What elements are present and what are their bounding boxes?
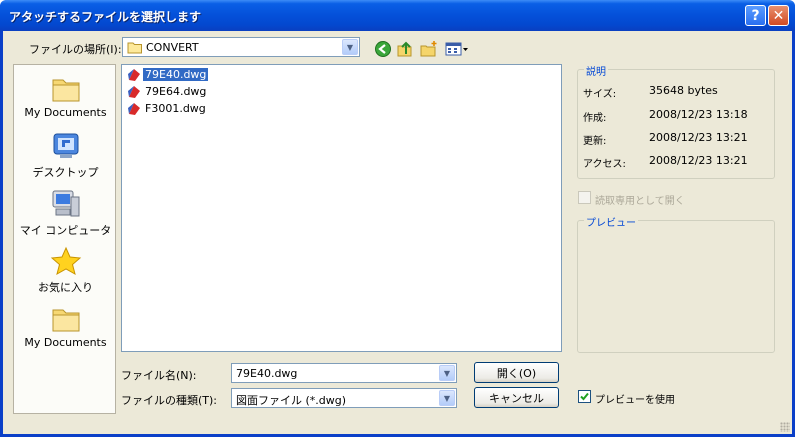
place-desktop[interactable]: デスクトップ [14,131,117,180]
chevron-down-icon[interactable]: ▼ [342,39,358,55]
file-item[interactable]: F3001.dwg [125,101,235,117]
file-name: 79E40.dwg [143,68,209,81]
size-value: 35648 bytes [649,84,718,97]
file-name: F3001.dwg [145,102,206,115]
back-icon[interactable] [374,40,392,58]
dwg-file-icon [128,69,140,81]
readonly-label: 読取専用として開く [595,196,685,207]
dwg-file-icon [128,86,140,98]
readonly-checkbox[interactable] [578,191,591,204]
folder-icon [127,42,142,54]
new-folder-icon[interactable] [420,40,438,58]
lookin-combo[interactable]: CONVERT ▼ [122,37,360,57]
preview-group: プレビュー [577,214,775,353]
place-favorites[interactable]: お気に入り [14,246,117,295]
folder-icon [52,309,79,332]
description-title: 説明 [584,63,608,78]
computer-icon [52,190,79,217]
help-icon: ? [751,7,760,24]
use-preview-label: プレビューを使用 [595,395,675,406]
dwg-file-icon [128,103,140,115]
created-key: 作成: [583,113,607,124]
filetype-label: ファイルの種類(T): [121,394,218,407]
cancel-button[interactable]: キャンセル [474,387,559,408]
filename-input[interactable]: 79E40.dwg ▼ [231,363,457,383]
open-button[interactable]: 開く(O) [474,362,559,383]
file-list[interactable]: 79E40.dwg 79E64.dwg F3001.dwg [121,64,562,352]
cancel-button-label: キャンセル [489,391,544,405]
filetype-value: 図面ファイル (*.dwg) [236,394,347,407]
file-item[interactable]: 79E40.dwg [125,67,235,83]
filetype-select[interactable]: 図面ファイル (*.dwg) ▼ [231,388,457,408]
description-group: 説明 サイズ: 35648 bytes 作成: 2008/12/23 13:18… [577,63,775,179]
places-bar: My Documents デスクトップ マイ コンピュータ お気に入り My D… [13,64,116,414]
help-button[interactable]: ? [745,5,766,26]
file-name: 79E64.dwg [145,85,207,98]
title-bar[interactable]: アタッチするファイルを選択します ? ✕ [0,0,795,31]
place-label: デスクトップ [32,166,99,179]
filename-value: 79E40.dwg [236,367,298,380]
file-item[interactable]: 79E64.dwg [125,84,235,100]
chevron-down-icon[interactable]: ▼ [439,365,455,381]
place-label: My Documents [24,106,107,119]
place-label: マイ コンピュータ [19,224,112,237]
modified-key: 更新: [583,136,607,147]
accessed-key: アクセス: [583,159,626,170]
place-my-documents[interactable]: My Documents [14,75,117,119]
place-my-computer[interactable]: マイ コンピュータ [14,189,117,238]
dialog-window: アタッチするファイルを選択します ? ✕ ファイルの場所(I): CONVERT… [0,0,795,437]
modified-value: 2008/12/23 13:21 [649,131,748,144]
lookin-value: CONVERT [146,41,199,54]
resize-grip[interactable] [780,422,790,432]
size-key: サイズ: [583,89,617,100]
close-button[interactable]: ✕ [768,5,789,26]
close-icon: ✕ [772,7,785,24]
created-value: 2008/12/23 13:18 [649,108,748,121]
view-menu-icon[interactable] [445,40,469,58]
window-title: アタッチするファイルを選択します [9,10,202,24]
lookin-label: ファイルの場所(I): [29,43,122,56]
filename-label: ファイル名(N): [121,369,197,382]
open-button-label: 開く(O) [496,366,537,380]
place-label: My Documents [24,336,107,349]
folder-icon [52,79,79,102]
star-icon [50,246,81,276]
checkmark-icon [580,392,589,401]
use-preview-checkbox[interactable] [578,390,591,403]
preview-title: プレビュー [584,214,638,229]
accessed-value: 2008/12/23 13:21 [649,154,748,167]
up-folder-icon[interactable] [396,40,414,58]
dialog-client-area: ファイルの場所(I): CONVERT ▼ My Documents デスクトッ… [3,31,792,434]
place-label: お気に入り [38,281,93,294]
chevron-down-icon[interactable]: ▼ [439,390,455,406]
desktop-icon [53,133,78,158]
place-my-documents-2[interactable]: My Documents [14,305,117,349]
